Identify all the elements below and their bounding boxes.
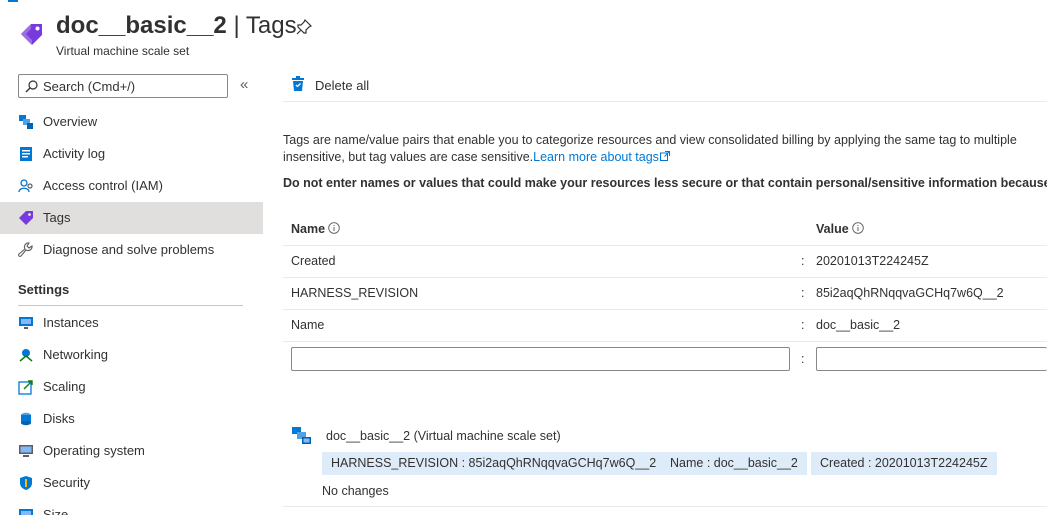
sidebar: Search (Cmd+/) « Overview Activity log A…	[0, 64, 263, 515]
page-subtitle: Virtual machine scale set	[56, 44, 190, 58]
summary-resource-title: doc__basic__2 (Virtual machine scale set…	[326, 429, 561, 443]
sidebar-item-operating-system[interactable]: Operating system	[0, 435, 263, 467]
pin-icon[interactable]	[296, 19, 312, 35]
tag-value: 85i2aqQhRNqqvaGCHq7w6Q__2	[816, 286, 1004, 300]
tag-separator: :	[801, 318, 805, 332]
tag-chip: Name : doc__basic__2	[661, 452, 807, 475]
description-line-1: Tags are name/value pairs that enable yo…	[283, 133, 1017, 147]
tag-value: doc__basic__2	[816, 318, 901, 332]
sidebar-item-label: Operating system	[43, 443, 145, 458]
tag-name: HARNESS_REVISION	[291, 286, 419, 300]
sidebar-item-diagnose[interactable]: Diagnose and solve problems	[0, 234, 263, 266]
operating-system-icon	[19, 445, 33, 457]
tag-name: Name	[291, 318, 325, 332]
sidebar-item-label: Networking	[43, 347, 109, 362]
table-header: Name Value	[283, 214, 1047, 246]
search-input[interactable]: Search (Cmd+/)	[18, 74, 228, 98]
networking-icon	[19, 349, 33, 362]
value-column-header: Value	[816, 222, 864, 236]
sidebar-item-label: Disks	[43, 411, 75, 426]
sidebar-item-overview[interactable]: Overview	[0, 106, 263, 138]
title-separator: |	[226, 12, 246, 39]
sidebar-item-label: Scaling	[43, 379, 86, 394]
sidebar-item-networking[interactable]: Networking	[0, 339, 263, 371]
tag-chip: HARNESS_REVISION : 85i2aqQhRNqqvaGCHq7w6…	[322, 452, 666, 475]
new-tag-row: :	[283, 342, 1047, 374]
table-row: Name : doc__basic__2	[283, 310, 1047, 342]
resource-tag-summary: doc__basic__2 (Virtual machine scale set…	[283, 424, 1047, 515]
new-tag-value-input[interactable]	[816, 347, 1047, 371]
delete-all-label: Delete all	[315, 78, 370, 93]
sidebar-item-label: Size	[43, 507, 69, 515]
search-placeholder: Search (Cmd+/)	[43, 79, 136, 94]
disks-icon	[21, 412, 31, 426]
tags-description: Tags are name/value pairs that enable yo…	[283, 132, 1047, 166]
instances-icon	[19, 317, 33, 329]
command-bar: Delete all	[283, 64, 1047, 102]
wrench-icon	[18, 242, 33, 257]
page-header: doc__basic__2 | Tags Virtual machine sca…	[0, 0, 1047, 64]
table-row: HARNESS_REVISION : 85i2aqQhRNqqvaGCHq7w6…	[283, 278, 1047, 310]
summary-divider	[283, 506, 1047, 507]
learn-more-link[interactable]: Learn more about tags	[533, 150, 670, 164]
sidebar-item-instances[interactable]: Instances	[0, 307, 263, 339]
learn-more-link-text: Learn more about tags	[533, 150, 659, 164]
main-content: Delete all Tags are name/value pairs tha…	[283, 64, 1047, 515]
sidebar-item-scaling[interactable]: Scaling	[0, 371, 263, 403]
tag-icon	[21, 24, 42, 45]
sidebar-item-label: Instances	[43, 315, 99, 330]
external-link-icon	[659, 151, 670, 161]
info-icon[interactable]	[328, 222, 340, 234]
size-icon	[19, 509, 33, 515]
trash-icon	[292, 76, 304, 91]
name-header-label: Name	[291, 222, 326, 236]
sidebar-item-security[interactable]: Security	[0, 467, 263, 499]
sensitive-info-warning: Do not enter names or values that could …	[283, 176, 1047, 190]
sidebar-item-label: Security	[43, 475, 90, 490]
info-icon[interactable]	[851, 222, 864, 234]
tag-value: 20201013T224245Z	[816, 254, 929, 268]
table-row: Created : 20201013T224245Z	[283, 246, 1047, 278]
security-icon	[20, 476, 32, 490]
description-line-2: insensitive, but tag values are case sen…	[283, 149, 1047, 166]
new-tag-name-input[interactable]	[291, 347, 790, 371]
blade-name: Tags	[245, 12, 297, 39]
overview-icon	[19, 115, 33, 129]
sidebar-item-label: Activity log	[43, 146, 106, 161]
tag-icon	[19, 211, 33, 225]
scaling-icon	[18, 380, 33, 395]
tag-separator: :	[801, 286, 805, 300]
tag-separator: :	[801, 254, 805, 268]
sidebar-item-access-control[interactable]: Access control (IAM)	[0, 170, 263, 202]
sidebar-item-disks[interactable]: Disks	[0, 403, 263, 435]
no-changes-status: No changes	[322, 484, 389, 498]
sidebar-item-label: Diagnose and solve problems	[43, 242, 215, 257]
description-line-2-text: insensitive, but tag values are case sen…	[283, 150, 534, 164]
sidebar-item-tags[interactable]: Tags	[0, 202, 263, 234]
sidebar-item-activity-log[interactable]: Activity log	[0, 138, 263, 170]
section-divider	[18, 305, 243, 306]
sidebar-item-label: Tags	[43, 210, 71, 225]
iam-icon	[18, 179, 33, 193]
search-icon	[25, 80, 38, 93]
tag-separator: :	[801, 352, 805, 366]
tag-name: Created	[291, 254, 336, 268]
settings-section-heading: Settings	[18, 282, 70, 297]
collapse-sidebar-button[interactable]: «	[240, 77, 254, 93]
vmss-icon	[292, 427, 311, 444]
sidebar-item-size[interactable]: Size	[0, 499, 263, 515]
name-column-header: Name	[291, 222, 340, 236]
activity-log-icon	[20, 147, 32, 161]
value-header-label: Value	[816, 222, 849, 236]
page-title: doc__basic__2 | Tags	[56, 12, 297, 40]
sidebar-item-label: Overview	[43, 114, 98, 129]
resource-name: doc__basic__2	[56, 12, 227, 39]
tag-chip: Created : 20201013T224245Z	[811, 452, 997, 475]
sidebar-item-label: Access control (IAM)	[43, 178, 163, 193]
